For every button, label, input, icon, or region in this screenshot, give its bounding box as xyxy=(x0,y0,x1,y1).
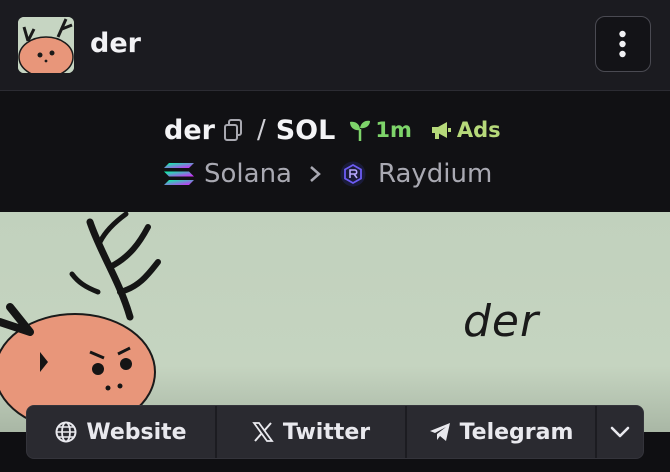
pair-quote-token: SOL xyxy=(275,114,336,146)
more-links-button[interactable] xyxy=(597,406,643,458)
banner-logo-text: der xyxy=(463,296,540,347)
copy-icon[interactable] xyxy=(223,118,243,142)
kebab-menu-icon xyxy=(619,30,626,58)
megaphone-icon xyxy=(431,122,451,139)
pair-age: 1m xyxy=(375,118,412,142)
twitter-label: Twitter xyxy=(282,419,371,445)
chain-name[interactable]: Solana xyxy=(204,159,292,189)
dex-name[interactable]: Raydium xyxy=(378,159,492,189)
website-button[interactable]: Website xyxy=(27,406,217,458)
token-title: der xyxy=(90,28,141,59)
raydium-icon xyxy=(340,161,366,187)
pair-info: der / SOL 1m Ads Solana Raydium xyxy=(0,91,670,212)
social-links-bar: Website Twitter Telegram xyxy=(26,405,644,459)
chevron-down-icon xyxy=(610,426,630,438)
more-options-button[interactable] xyxy=(595,16,651,72)
pair-row: der / SOL 1m Ads xyxy=(164,113,501,147)
deer-illustration xyxy=(0,212,161,431)
telegram-icon xyxy=(429,423,450,441)
solana-icon xyxy=(164,163,194,185)
globe-icon xyxy=(55,421,77,443)
token-header: der xyxy=(0,0,670,91)
sprout-icon xyxy=(350,120,371,141)
ads-link[interactable]: Ads xyxy=(457,118,501,142)
website-label: Website xyxy=(86,419,187,445)
telegram-button[interactable]: Telegram xyxy=(407,406,597,458)
x-logo-icon xyxy=(252,422,274,442)
deer-avatar-icon xyxy=(18,17,74,73)
pair-base-token: der xyxy=(164,114,215,146)
pair-separator: / xyxy=(256,115,266,145)
chain-row: Solana Raydium xyxy=(163,157,492,191)
telegram-label: Telegram xyxy=(459,419,574,445)
chevron-right-icon xyxy=(310,166,321,182)
token-banner: der xyxy=(0,212,670,432)
twitter-button[interactable]: Twitter xyxy=(217,406,407,458)
